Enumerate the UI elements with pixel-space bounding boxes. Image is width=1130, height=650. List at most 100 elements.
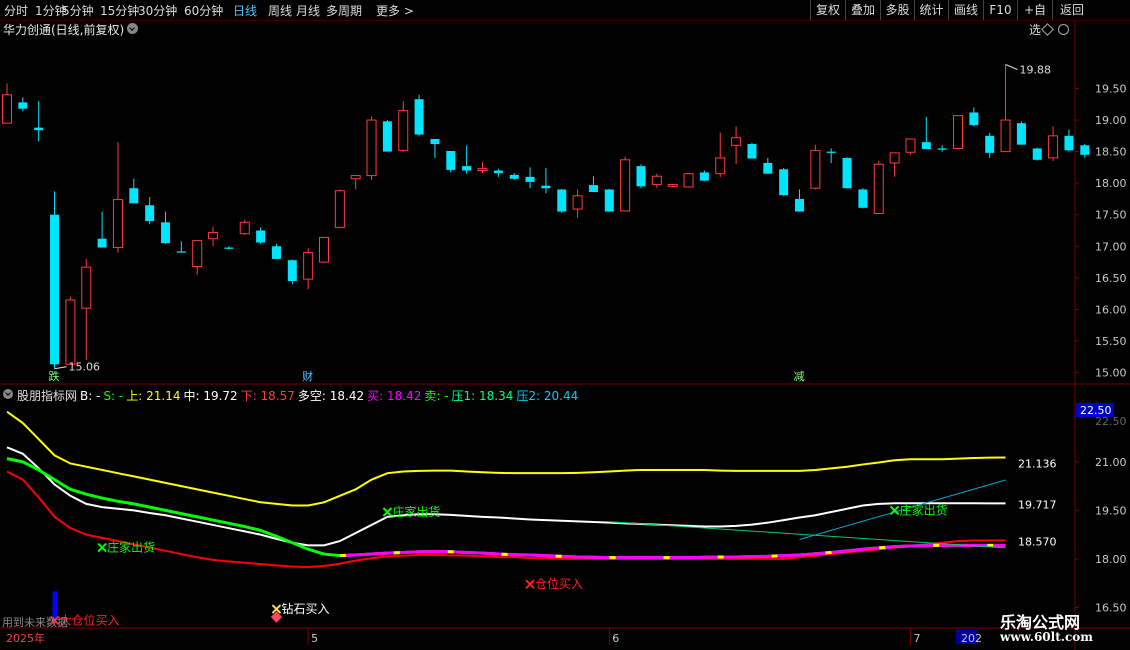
candle-body <box>842 157 852 189</box>
main-y-tick-label: 16.50 <box>1095 272 1127 285</box>
candle-body <box>192 240 203 267</box>
candle-body <box>620 159 631 212</box>
candle-body <box>509 174 519 179</box>
annotation-label: 钻石买入 <box>281 601 329 616</box>
candle-body <box>287 260 297 282</box>
low-price-label: 15.06 <box>69 361 101 374</box>
main-y-tick-label: 18.00 <box>1095 177 1127 190</box>
legend-lower: 下: 18.57 <box>240 389 295 403</box>
candle-body <box>477 168 488 172</box>
candle-body <box>239 221 250 235</box>
x-tick-label: 6 <box>612 632 619 645</box>
candle-body <box>493 170 503 174</box>
candle-body <box>398 110 409 151</box>
candle-body <box>303 252 314 280</box>
legend-middle: 中: 19.72 <box>183 389 238 403</box>
candle-body <box>731 137 742 146</box>
ind-y-tick-label: 19.50 <box>1095 504 1127 517</box>
series-end-label: 21.136 <box>1018 457 1057 470</box>
candle-body <box>2 94 12 124</box>
low-marker-line <box>54 366 67 370</box>
candle-body <box>873 163 884 214</box>
candle-body <box>414 99 424 135</box>
candle-body <box>747 144 757 159</box>
candle-body <box>572 195 583 210</box>
annotation-label: 庄家出货 <box>392 504 440 519</box>
candle-body <box>889 152 900 164</box>
candle-body <box>271 246 281 259</box>
series-end-label: 18.570 <box>1018 535 1057 548</box>
main-y-tick-label: 18.50 <box>1095 146 1127 159</box>
event-marker-label: 跌 <box>49 369 60 383</box>
candle-body <box>905 138 916 153</box>
candle-body <box>1016 123 1026 145</box>
candle-body <box>18 102 28 109</box>
annotation-label: 庄家出货 <box>900 502 948 517</box>
series-lower <box>6 470 1006 569</box>
candle-body <box>636 166 646 187</box>
ind-y-tick-label: 16.50 <box>1095 601 1127 614</box>
candle-body <box>1080 145 1090 155</box>
legend-p1: 压1: 18.34 <box>451 389 514 403</box>
candle-body <box>145 205 155 222</box>
main-y-tick-label: 16.00 <box>1095 303 1127 316</box>
annotation-label: 仓位买入 <box>535 576 583 591</box>
legend-upper: 上: 21.14 <box>126 389 181 403</box>
legend-p2: 压2: 20.44 <box>516 389 579 403</box>
candle-body <box>50 214 60 365</box>
x-tick-label: 2025年 <box>6 631 45 645</box>
event-marker-label: 财 <box>302 369 313 383</box>
candle-body <box>779 169 789 196</box>
candle-body <box>34 127 44 131</box>
candle-body <box>985 135 995 153</box>
candle-body <box>953 115 963 149</box>
main-y-tick-label: 17.00 <box>1095 240 1127 253</box>
legend-S: S: - <box>103 389 124 403</box>
candle-body <box>826 151 836 153</box>
candle-body <box>1064 135 1074 151</box>
ind-y-tick-label: 21.00 <box>1095 456 1127 469</box>
candle-body <box>921 142 931 150</box>
footer-note: 用到未来数据 <box>2 616 68 629</box>
main-y-tick-label: 17.50 <box>1095 209 1127 222</box>
legend-buy: 买: 18.42 <box>367 389 422 403</box>
candle-body <box>969 112 979 126</box>
main-y-tick-label: 19.50 <box>1095 82 1127 95</box>
candle-body <box>208 231 219 240</box>
main-y-tick-label: 15.50 <box>1095 335 1127 348</box>
high-price-label: 19.88 <box>1020 64 1052 77</box>
x-tick-label: 202 <box>961 632 982 645</box>
candle-body <box>1000 119 1011 153</box>
candle-body <box>129 188 139 204</box>
candle-body <box>65 299 76 365</box>
candle-body <box>795 198 804 212</box>
candle-body <box>112 199 123 249</box>
candle-body <box>430 138 440 145</box>
candle-body <box>462 166 472 171</box>
candle-body <box>1032 148 1042 160</box>
candle-body <box>446 150 456 170</box>
x-tick-label: 5 <box>311 632 318 645</box>
candle-body <box>176 251 186 253</box>
high-marker-line <box>1005 64 1018 70</box>
candle-body <box>1048 135 1059 159</box>
current-value-text: 22.50 <box>1080 404 1112 417</box>
main-y-tick-label: 19.00 <box>1095 114 1127 127</box>
candle-body <box>715 157 726 175</box>
indicator-title: 股朋指标网 <box>17 389 78 403</box>
ind-y-tick-label: 18.00 <box>1095 553 1127 566</box>
legend-long_short: 多空: 18.42 <box>297 389 365 403</box>
candle-body <box>97 238 107 248</box>
candle-body <box>334 190 345 228</box>
x-tick-label: 7 <box>913 632 920 645</box>
candle-body <box>763 162 773 174</box>
candle-body <box>604 189 614 212</box>
candle-body <box>699 172 709 181</box>
series-end-label: 19.717 <box>1018 498 1057 511</box>
candle-body <box>683 173 694 188</box>
candle-body <box>858 189 868 208</box>
watermark-url: www.60lt.com <box>1000 630 1093 644</box>
legend-B: B: - <box>80 389 101 403</box>
series-upper <box>6 410 1006 507</box>
candle-body <box>588 185 598 193</box>
